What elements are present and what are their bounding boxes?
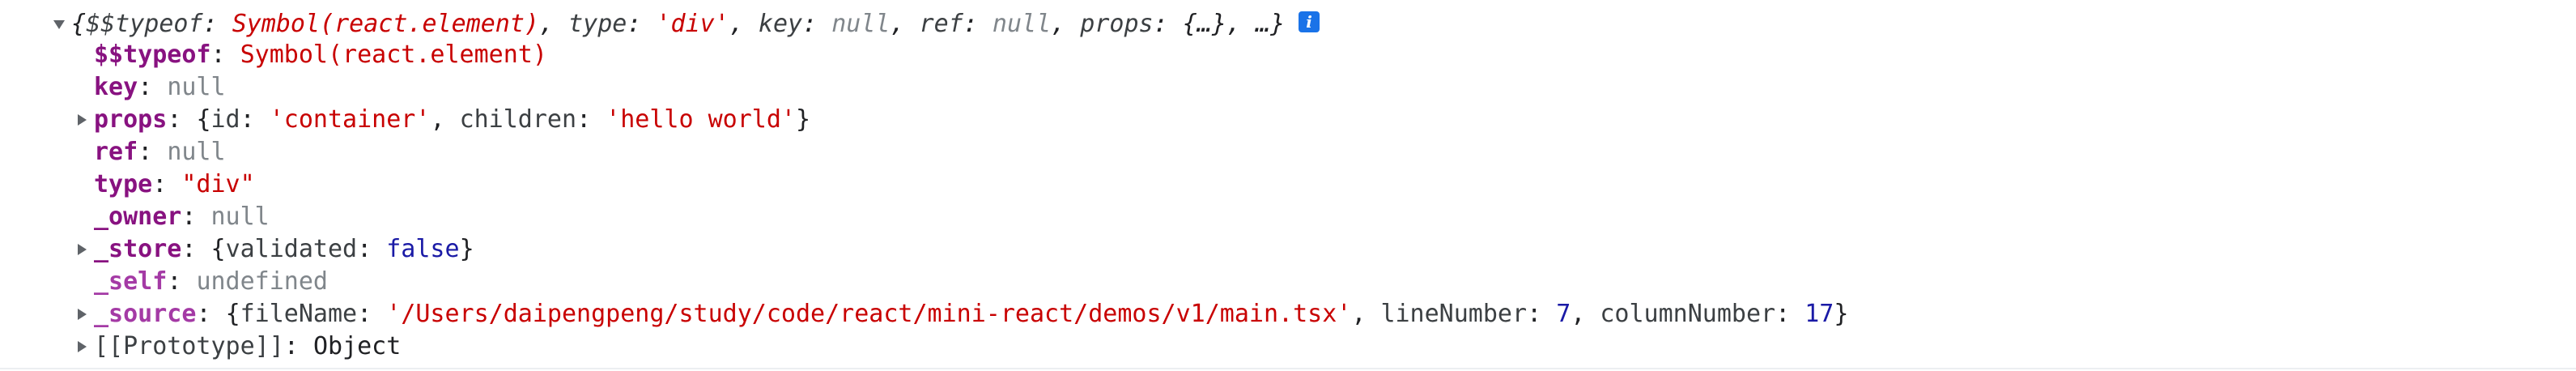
property-row-owner: _owner: null — [94, 201, 270, 233]
source-filename-value: '/Users/daipengpeng/study/code/react/min… — [386, 300, 1352, 328]
props-colon: : — [240, 105, 270, 134]
devtools-console-object-view: {$$typeof: Symbol(react.element), type: … — [0, 0, 2576, 371]
property-value: null — [167, 138, 226, 166]
source-columnnumber-value: 17 — [1804, 300, 1834, 328]
summary-comma: , — [1226, 10, 1256, 38]
source-colon: : — [1527, 300, 1557, 328]
property-value: null — [167, 73, 226, 101]
property-key: ref — [94, 138, 138, 166]
props-id-key: id — [210, 105, 240, 134]
property-colon: : — [283, 332, 313, 360]
source-comma: , — [1351, 300, 1381, 328]
property-key: _owner — [94, 203, 182, 231]
property-colon: : — [210, 41, 240, 69]
summary-colon: : — [1153, 10, 1183, 38]
collapse-triangle-icon[interactable] — [53, 20, 65, 29]
summary-typeof-key: $$typeof — [86, 10, 203, 38]
property-key: _self — [94, 267, 168, 296]
source-colon: : — [1775, 300, 1805, 328]
summary-ref-key: ref — [919, 10, 963, 38]
summary-type-value: 'div' — [656, 10, 729, 38]
property-colon: : — [152, 170, 182, 198]
info-icon[interactable]: i — [1299, 11, 1320, 32]
summary-open-brace: { — [71, 10, 87, 38]
summary-props-value: {…} — [1182, 10, 1226, 38]
property-colon: : — [138, 73, 168, 101]
summary-typeof-value: Symbol(react.element) — [232, 10, 539, 38]
summary-comma: , — [538, 10, 569, 38]
property-row-source[interactable]: _source: {fileName: '/Users/daipengpeng/… — [94, 298, 1848, 330]
source-comma: , — [1571, 300, 1600, 328]
property-row-type: type: "div" — [94, 168, 255, 201]
property-row-props[interactable]: props: {id: 'container', children: 'hell… — [94, 104, 810, 136]
property-value: Symbol(react.element) — [240, 41, 547, 69]
props-colon: : — [576, 105, 606, 134]
property-key: props — [94, 105, 168, 134]
source-columnnumber-key: columnNumber — [1600, 300, 1776, 328]
source-linenumber-key: lineNumber — [1380, 300, 1528, 328]
property-key: _store — [94, 235, 182, 263]
property-key: _source — [94, 300, 197, 328]
expand-triangle-icon[interactable] — [78, 341, 87, 352]
source-colon: : — [357, 300, 387, 328]
props-comma: , — [430, 105, 460, 134]
props-children-value: 'hello world' — [606, 105, 796, 134]
source-filename-key: fileName — [240, 300, 358, 328]
property-row-typeof: $$typeof: Symbol(react.element) — [94, 39, 547, 71]
summary-comma: , — [890, 10, 920, 38]
summary-key-key: key — [758, 10, 803, 38]
props-id-value: 'container' — [269, 105, 431, 134]
summary-type-key: type — [568, 10, 627, 38]
props-open-brace: { — [196, 105, 211, 134]
props-close-brace: } — [796, 105, 811, 134]
store-colon: : — [357, 235, 387, 263]
store-close-brace: } — [459, 235, 474, 263]
property-key: type — [94, 170, 153, 198]
summary-colon: : — [963, 10, 993, 38]
property-value: "div" — [181, 170, 255, 198]
summary-colon: : — [202, 10, 232, 38]
summary-key-value: null — [831, 10, 891, 38]
property-colon: : — [181, 203, 211, 231]
property-key: [[Prototype]] — [94, 332, 284, 360]
summary-comma: , — [1051, 10, 1081, 38]
console-divider — [0, 368, 2576, 369]
expand-triangle-icon[interactable] — [78, 309, 87, 320]
property-colon: : — [138, 138, 168, 166]
store-validated-key: validated — [225, 235, 358, 263]
property-key: $$typeof — [94, 41, 211, 69]
store-validated-value: false — [386, 235, 460, 263]
source-linenumber-value: 7 — [1556, 300, 1571, 328]
summary-colon: : — [802, 10, 832, 38]
property-colon: : — [167, 105, 197, 134]
object-summary[interactable]: {$$typeof: Symbol(react.element), type: … — [71, 8, 1285, 41]
property-colon: : — [167, 267, 197, 296]
property-row-self: _self: undefined — [94, 266, 328, 298]
property-value: null — [210, 203, 270, 231]
expand-triangle-icon[interactable] — [78, 244, 87, 255]
property-colon: : — [196, 300, 226, 328]
summary-colon: : — [627, 10, 657, 38]
expand-triangle-icon[interactable] — [78, 114, 87, 126]
property-key: key — [94, 73, 138, 101]
summary-ellipsis-close: …} — [1256, 10, 1286, 38]
summary-props-key: props — [1080, 10, 1154, 38]
property-row-prototype[interactable]: [[Prototype]]: Object — [94, 330, 401, 363]
property-value: undefined — [196, 267, 328, 296]
summary-ref-value: null — [992, 10, 1052, 38]
source-close-brace: } — [1834, 300, 1849, 328]
store-open-brace: { — [210, 235, 226, 263]
source-open-brace: { — [225, 300, 240, 328]
summary-comma: , — [729, 10, 759, 38]
property-row-key: key: null — [94, 71, 226, 104]
property-value: Object — [312, 332, 402, 360]
property-colon: : — [181, 235, 211, 263]
property-row-store[interactable]: _store: {validated: false} — [94, 233, 474, 266]
props-children-key: children — [459, 105, 577, 134]
property-row-ref: ref: null — [94, 136, 226, 168]
